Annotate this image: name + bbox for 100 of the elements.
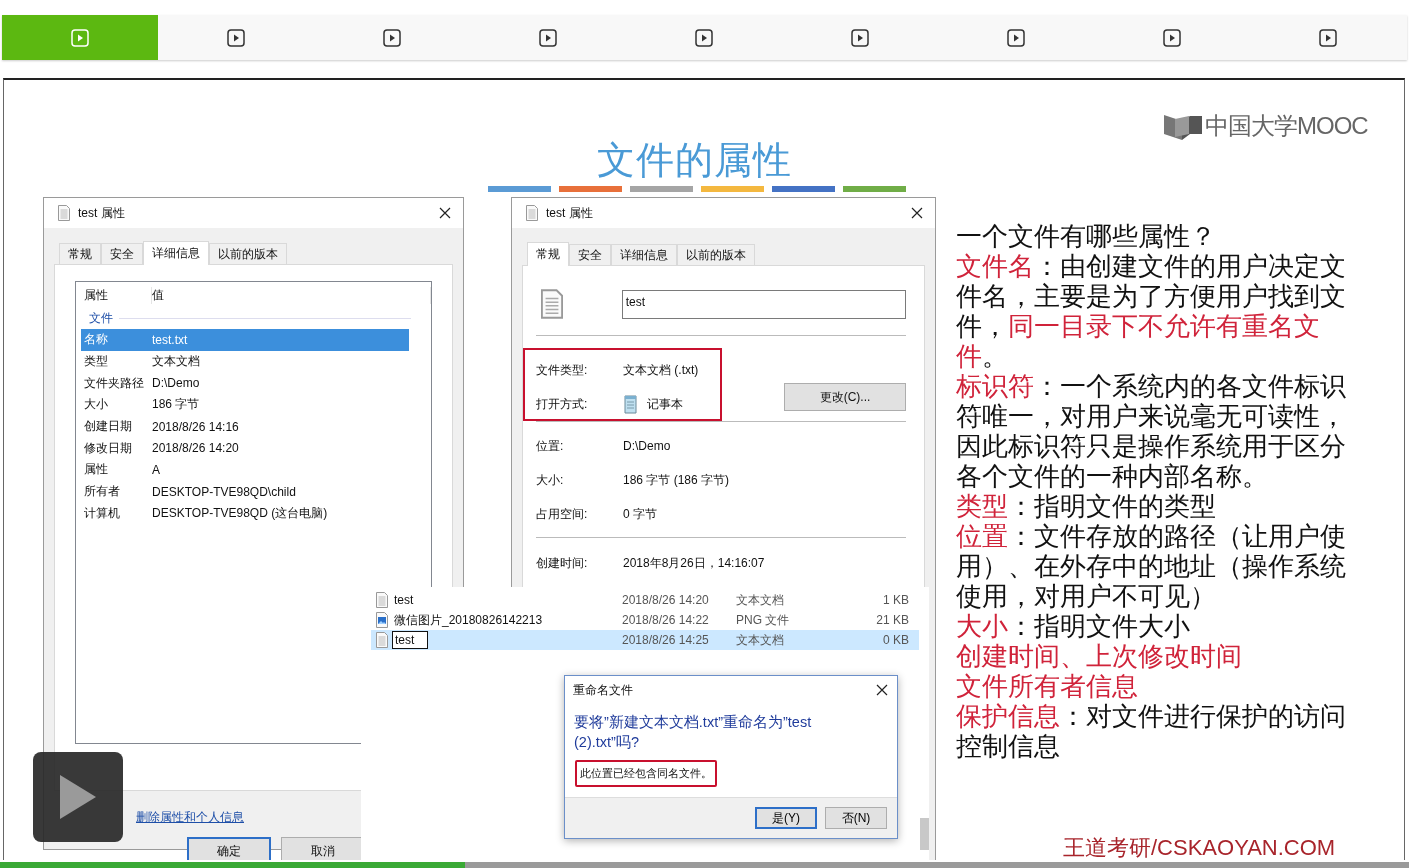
close-icon[interactable]	[439, 207, 451, 219]
note-paragraph: 保护信息：对文件进行保护的访问控制信息	[956, 702, 1347, 762]
file-type: PNG 文件	[736, 611, 791, 629]
play-icon	[1163, 28, 1181, 47]
property-value: DESKTOP-TVE98QD (这台电脑)	[151, 504, 329, 522]
field-value: 记事本	[647, 395, 683, 413]
property-row[interactable]: 类型 文本文档	[81, 350, 409, 373]
property-name: 属性	[83, 461, 109, 479]
file-name: 微信图片_20180826142213	[394, 611, 544, 629]
note-paragraph: 创建时间、上次修改时间	[956, 642, 1243, 672]
dialog-button[interactable]: 是(Y)	[755, 807, 817, 829]
property-value: test.txt	[151, 332, 189, 347]
play-icon	[227, 28, 245, 47]
property-value: 文本文档	[151, 353, 201, 371]
note-paragraph: 文件名：由创建文件的用户决定文件名，主要是为了方便用户找到文件，同一目录下不允许有重名文件。	[956, 252, 1347, 372]
file-type: 文本文档	[736, 591, 785, 609]
property-row[interactable]: 修改日期 2018/8/26 14:20	[81, 437, 409, 460]
property-value: 186 字节	[151, 396, 201, 414]
property-row[interactable]: 大小 186 字节	[81, 394, 409, 416]
play-icon	[71, 28, 89, 47]
field-label: 创建时间:	[536, 554, 589, 572]
slide-footer: 王道考研/CSKAOYAN.COM	[1063, 833, 1336, 860]
note-paragraph: 位置：文件存放的路径（让用户使用）、在外存中的地址（操作系统使用，对用户不可见）	[956, 522, 1347, 612]
dialog-button[interactable]: 确定	[187, 837, 271, 860]
file-row[interactable]: 微信图片_20180826142213 2018/8/26 14:22 PNG 文件 21 KB	[371, 610, 919, 630]
file-size: 21 KB	[875, 613, 909, 627]
document-icon	[526, 205, 538, 221]
property-value: 2018/8/26 14:20	[151, 441, 240, 456]
note-paragraph: 文件所有者信息	[956, 672, 1139, 702]
property-name: 计算机	[83, 504, 121, 522]
change-button[interactable]: 更改(C)...	[784, 383, 906, 411]
dialog-tab[interactable]: 详细信息	[611, 244, 677, 265]
play-icon	[539, 28, 557, 47]
play-icon	[58, 773, 98, 821]
file-name-field[interactable]: test	[621, 289, 906, 319]
file-type: 文本文档	[736, 631, 785, 649]
document-icon	[58, 205, 70, 221]
property-row[interactable]: 计算机 DESKTOP-TVE98QD (这台电脑)	[81, 502, 409, 525]
play-icon	[851, 28, 869, 47]
field-value: 文本文档 (.txt)	[623, 361, 700, 379]
notepad-icon	[623, 394, 639, 414]
dialog-tab[interactable]: 以前的版本	[677, 244, 755, 265]
note-paragraph: 大小：指明文件大小	[956, 612, 1191, 642]
close-icon[interactable]	[876, 684, 888, 696]
file-row[interactable]: test 2018/8/26 14:25 文本文档 0 KB	[371, 630, 919, 650]
warning-message: 此位置已经包含同名文件。	[575, 760, 717, 787]
confirm-message: 要将”新建文本文档.txt”重命名为”test (2).txt”吗?	[574, 713, 813, 752]
document-icon	[541, 289, 563, 319]
modified-date: 2018/8/26 14:25	[622, 633, 710, 647]
property-name: 类型	[83, 353, 109, 371]
field-label: 位置:	[536, 437, 565, 455]
property-name: 所有者	[83, 483, 121, 501]
play-icon	[383, 28, 401, 47]
dialog-tab[interactable]: 常规	[59, 243, 101, 264]
property-row[interactable]: 所有者 DESKTOP-TVE98QD\child	[81, 480, 409, 503]
window-title: test 属性	[546, 204, 593, 222]
rename-field[interactable]: test	[392, 631, 428, 649]
lesson-tab[interactable]	[2, 15, 158, 60]
field-label: 文件类型:	[536, 361, 589, 379]
property-value: D:\Demo	[151, 376, 201, 391]
note-paragraph: 类型：指明文件的类型	[956, 492, 1217, 522]
dialog-title: 重命名文件	[573, 681, 633, 699]
window-title: test 属性	[78, 204, 125, 222]
dialog-tab[interactable]: 安全	[569, 244, 611, 265]
close-icon[interactable]	[911, 207, 923, 219]
dialog-tab[interactable]: 常规	[527, 242, 569, 266]
file-row[interactable]: test 2018/8/26 14:20 文本文档 1 KB	[371, 590, 919, 610]
property-value: 2018/8/26 14:16	[151, 419, 240, 434]
property-value: DESKTOP-TVE98QD\child	[151, 484, 297, 499]
scrollbar-thumb[interactable]	[920, 818, 929, 850]
field-label: 占用空间:	[536, 505, 589, 523]
field-value: D:\Demo	[623, 439, 672, 453]
file-size: 0 KB	[882, 633, 909, 647]
field-label: 打开方式:	[536, 395, 589, 413]
column-header: 属性	[84, 286, 152, 304]
property-row[interactable]: 创建日期 2018/8/26 14:16	[81, 415, 409, 438]
image-file-icon	[376, 612, 388, 628]
remove-properties-link[interactable]: 删除属性和个人信息	[136, 809, 244, 826]
dialog-tab[interactable]: 以前的版本	[209, 243, 287, 264]
field-value: 2018年8月26日，14:16:07	[623, 554, 766, 572]
dialog-button[interactable]: 否(N)	[825, 807, 887, 829]
field-value: 0 字节	[623, 505, 658, 523]
property-row[interactable]: 文件夹路径 D:\Demo	[81, 372, 409, 395]
play-button[interactable]	[33, 752, 123, 842]
file-size: 1 KB	[882, 593, 909, 607]
dialog-tab[interactable]: 详细信息	[143, 241, 209, 265]
field-value: 186 字节 (186 字节)	[623, 471, 731, 489]
note-paragraph: 标识符：一个系统内的各文件标识符唯一，对用户来说毫无可读性，因此标识符只是操作系统用于区分各个文件的一种内部名称。	[956, 372, 1347, 492]
property-row[interactable]: 属性 A	[81, 459, 409, 481]
property-name: 大小	[83, 396, 109, 414]
field-label: 大小:	[536, 471, 565, 489]
property-name: 名称	[83, 331, 109, 349]
modified-date: 2018/8/26 14:22	[622, 613, 710, 627]
dialog-tab[interactable]: 安全	[101, 243, 143, 264]
slide-title: 文件的属性	[597, 138, 792, 183]
document-icon	[376, 592, 388, 608]
column-header: 值	[152, 286, 431, 304]
note-paragraph: 一个文件有哪些属性？	[956, 222, 1217, 252]
document-icon	[376, 632, 388, 648]
property-name: 文件夹路径	[83, 374, 145, 392]
